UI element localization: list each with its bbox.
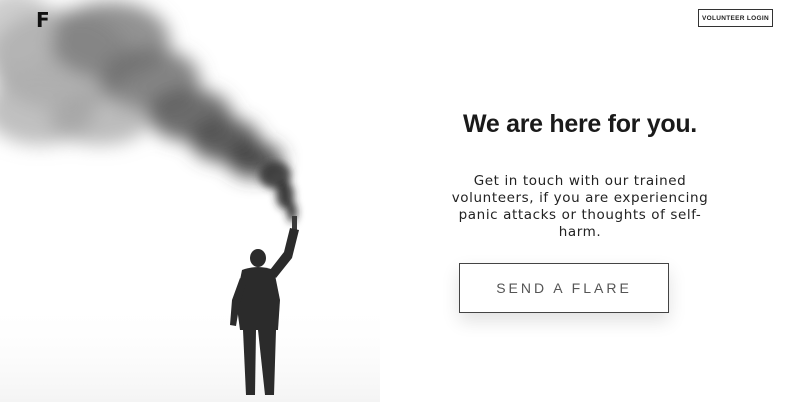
send-flare-button[interactable]: SEND A FLARE xyxy=(459,263,669,313)
smoke-trail xyxy=(259,161,297,222)
page-headline: We are here for you. xyxy=(463,110,697,138)
page-description: Get in touch with our trained volunteers… xyxy=(451,173,709,240)
volunteer-login-button[interactable]: VOLUNTEER LOGIN xyxy=(698,9,773,27)
hero-photo xyxy=(0,0,380,402)
brand-logo[interactable]: F xyxy=(36,8,50,32)
